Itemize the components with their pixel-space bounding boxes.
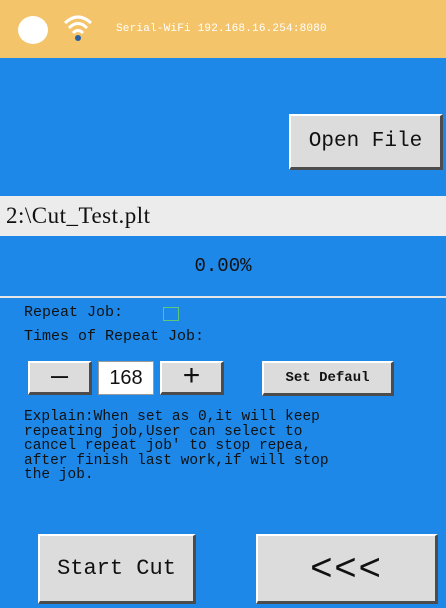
section-divider: [0, 296, 446, 298]
decrement-button[interactable]: —: [28, 361, 92, 395]
times-of-repeat-label: Times of Repeat Job:: [24, 328, 205, 345]
status-indicator-icon: [18, 16, 48, 44]
start-cut-button[interactable]: Start Cut: [38, 534, 196, 604]
increment-button[interactable]: +: [160, 361, 224, 395]
repeat-job-checkbox[interactable]: [163, 307, 179, 321]
status-bar: Serial-WiFi 192.168.16.254:8080: [0, 0, 446, 58]
explain-text: Explain:When set as 0,it will keep repea…: [24, 409, 329, 483]
repeat-job-label: Repeat Job:: [24, 304, 124, 321]
set-default-button[interactable]: Set Defaul: [262, 361, 394, 396]
open-file-button[interactable]: Open File: [289, 114, 443, 170]
progress-percent: 0.00%: [194, 255, 252, 277]
network-status-text: Serial-WiFi 192.168.16.254:8080: [116, 23, 327, 35]
file-path-field: 2:\Cut_Test.plt: [0, 196, 446, 236]
repeat-times-input[interactable]: 168: [98, 361, 154, 395]
back-button[interactable]: <<<: [256, 534, 438, 604]
wifi-icon: [63, 15, 93, 41]
